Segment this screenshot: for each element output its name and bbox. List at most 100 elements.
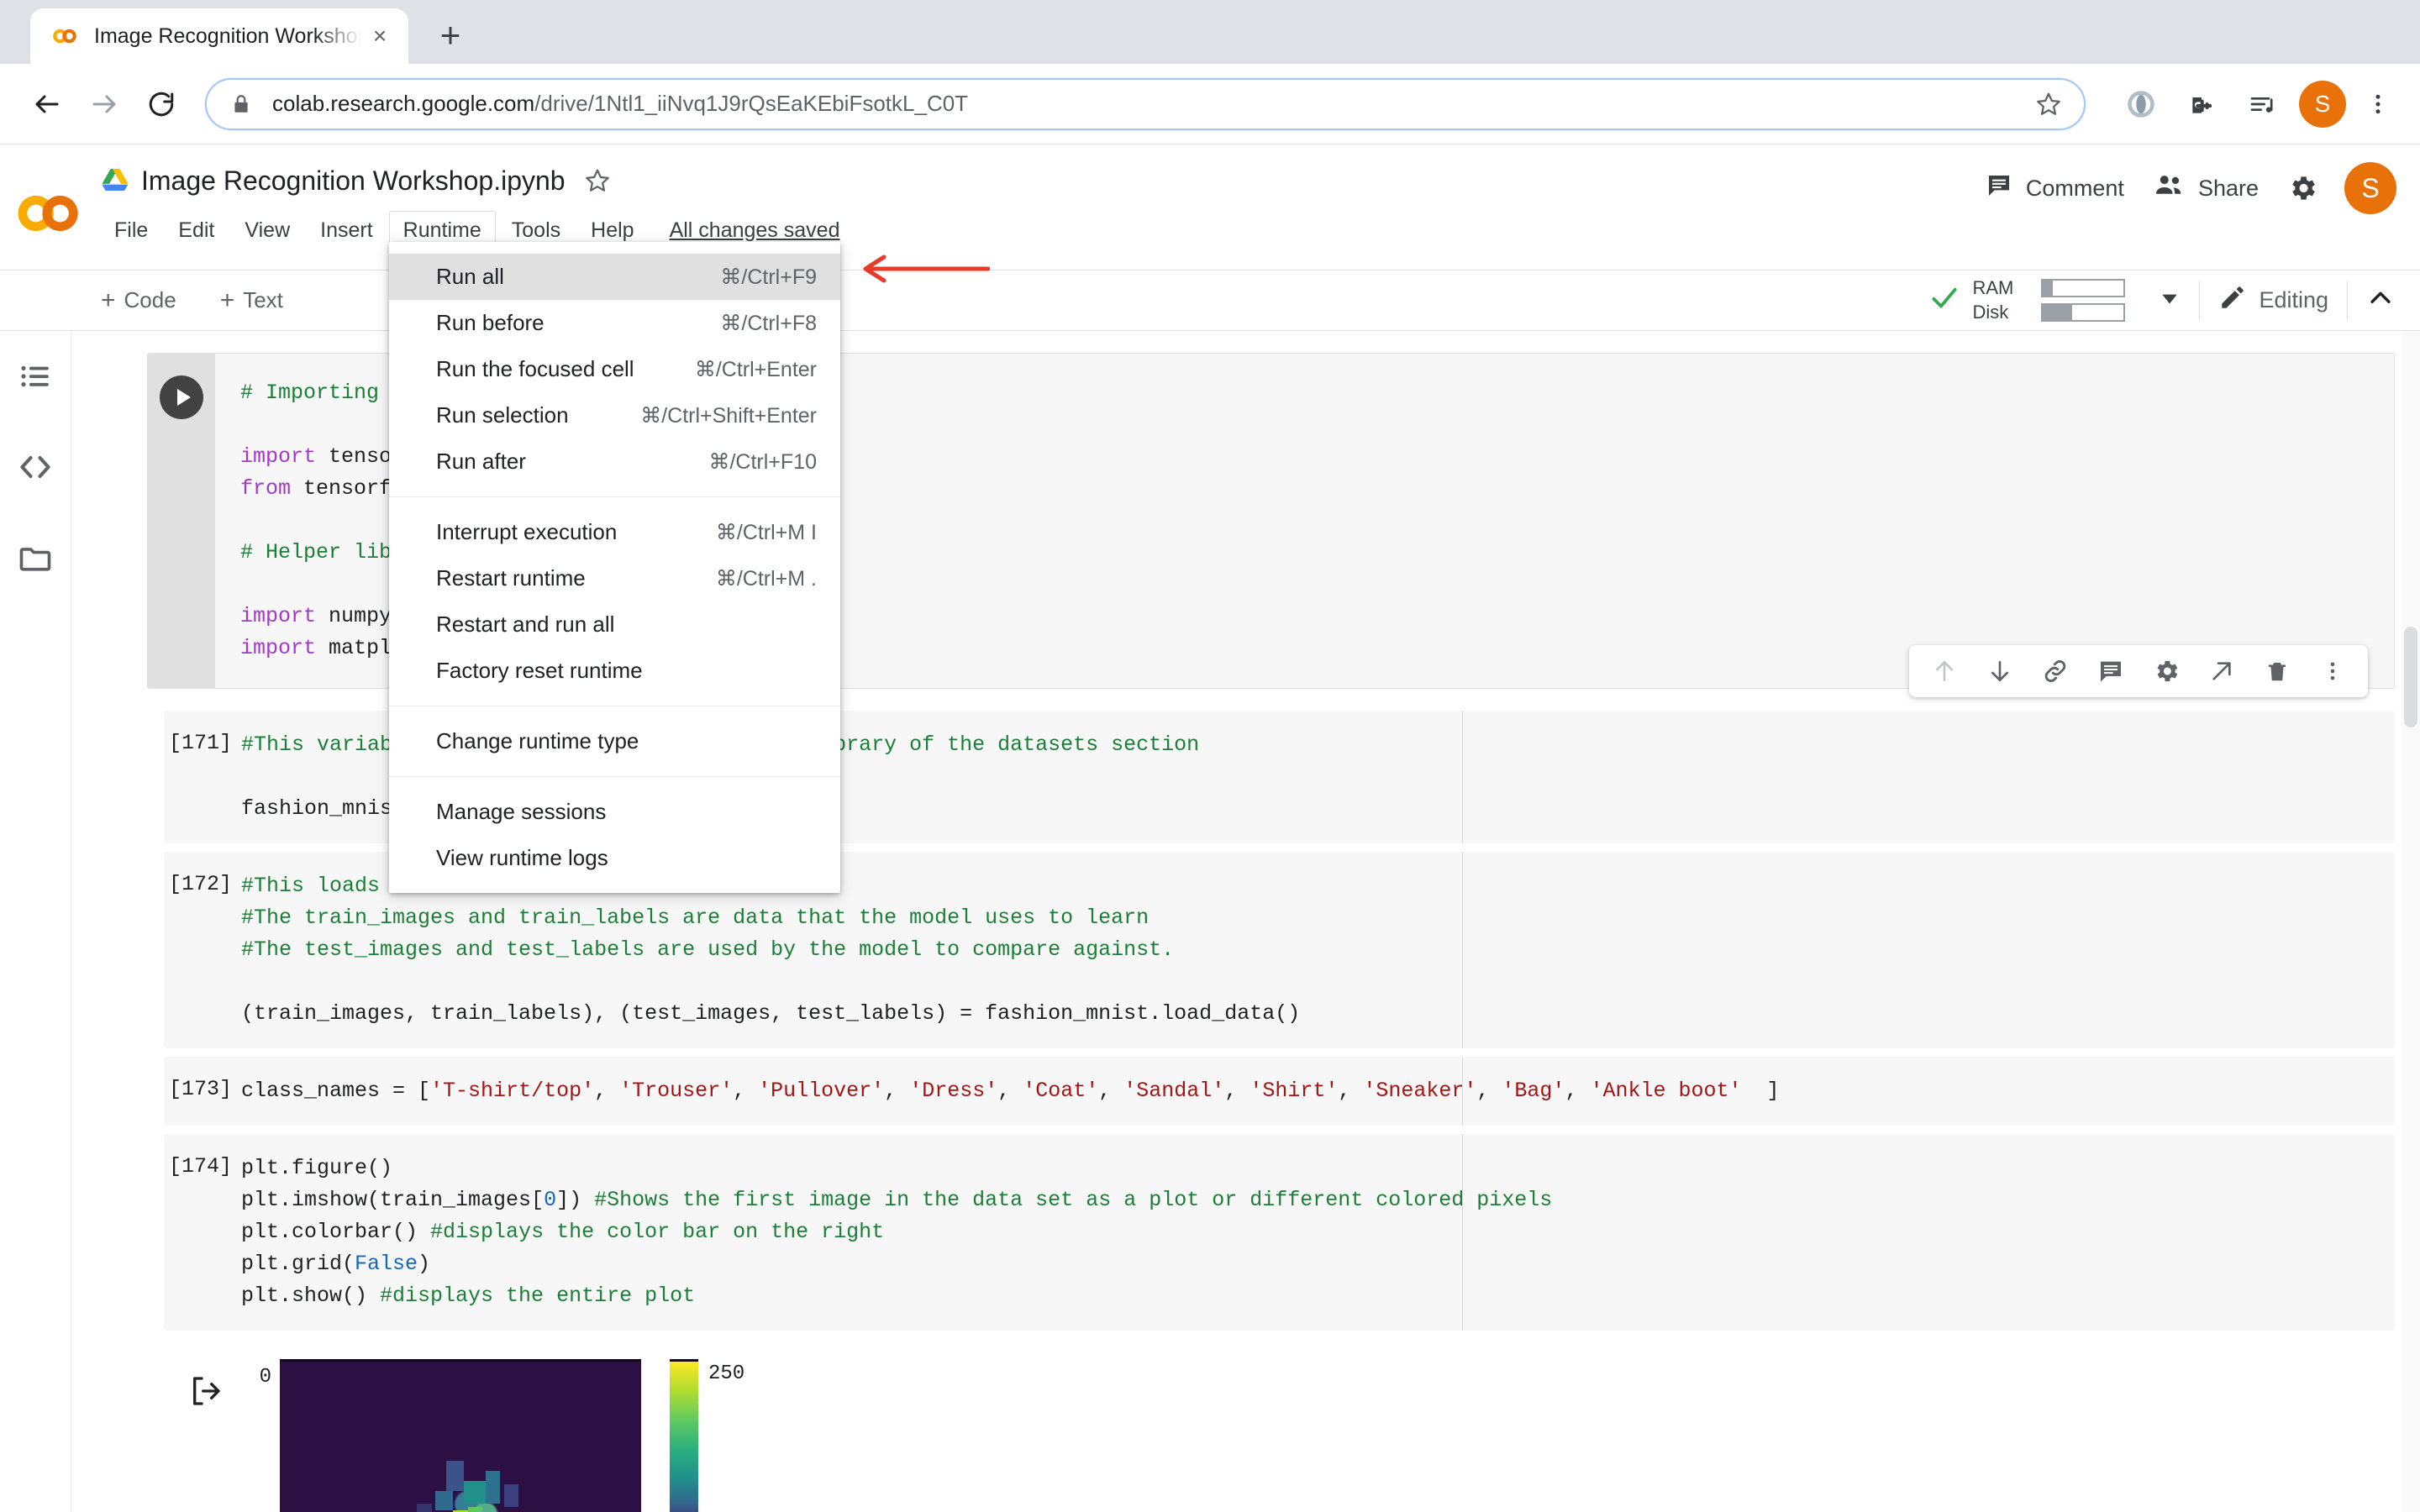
menu-item-label: View runtime logs (436, 845, 608, 870)
output-arrow-icon (164, 1359, 241, 1512)
runtime-menu-item-change-runtime-type[interactable]: Change runtime type (389, 718, 840, 764)
opera-icon[interactable] (2112, 76, 2170, 133)
plus-icon: + (219, 286, 235, 314)
menu-separator (389, 776, 840, 777)
share-button[interactable]: Share (2139, 164, 2274, 213)
code-cell-174-source[interactable]: plt.figure() plt.imshow(train_images[0])… (241, 1152, 2395, 1312)
menu-separator (389, 496, 840, 497)
colab-logo[interactable] (0, 144, 101, 270)
code-cell-173-source[interactable]: class_names = ['T-shirt/top', 'Trouser',… (241, 1075, 2395, 1107)
menu-item-label: Factory reset runtime (436, 658, 643, 683)
url-text: colab.research.google.com/drive/1Ntl1_ii… (272, 91, 2025, 117)
left-sidebar (0, 331, 71, 1512)
runtime-dropdown-menu[interactable]: Run all ⌘/Ctrl+F9 Run before ⌘/Ctrl+F8 Run t… (389, 242, 840, 893)
resource-usage-indicator[interactable]: RAM Disk (1928, 277, 2181, 323)
open-in-tab-icon[interactable] (2198, 648, 2245, 695)
comment-button[interactable]: Comment (1970, 164, 2139, 213)
folder-icon[interactable] (13, 536, 57, 580)
star-outline-icon[interactable] (584, 167, 611, 194)
gear-icon[interactable] (2274, 160, 2331, 217)
url-domain: colab.research.google.com (272, 91, 535, 116)
runtime-menu-item-restart-runtime[interactable]: Restart runtime ⌘/Ctrl+M . (389, 555, 840, 601)
people-icon (2154, 172, 2185, 205)
editing-mode-button[interactable]: Editing (2218, 283, 2328, 318)
add-code-cell-button[interactable]: + Code (92, 281, 185, 320)
matplotlib-figure: 0 250 (241, 1359, 744, 1512)
runtime-menu-item-factory-reset-runtime[interactable]: Factory reset runtime (389, 648, 840, 694)
cell-right-rule (1462, 711, 1463, 843)
kebab-menu-icon[interactable] (2354, 81, 2402, 128)
add-code-label: Code (124, 287, 176, 312)
disk-label: Disk (1972, 302, 2009, 323)
move-cell-up-icon[interactable] (1921, 648, 1968, 695)
runtime-menu-item-run-all[interactable]: Run all ⌘/Ctrl+F9 (389, 254, 840, 300)
colorbar: 250 (670, 1359, 744, 1512)
settings-icon[interactable] (2143, 648, 2190, 695)
extension-icons (2112, 76, 2291, 133)
link-icon[interactable] (2032, 648, 2079, 695)
caret-down-icon[interactable] (2159, 287, 2181, 313)
more-options-icon[interactable] (2309, 648, 2356, 695)
runtime-menu-item-manage-sessions[interactable]: Manage sessions (389, 789, 840, 835)
bookmark-star-icon[interactable] (2025, 81, 2072, 128)
code-cell-173[interactable]: [173] class_names = ['T-shirt/top', 'Tro… (164, 1057, 2395, 1126)
reload-button[interactable] (133, 76, 190, 133)
new-tab-button[interactable]: + (427, 12, 474, 59)
move-cell-down-icon[interactable] (1976, 648, 2023, 695)
code-cell-172-source[interactable]: #This loads four variables from the data… (241, 870, 2395, 1030)
account-avatar[interactable]: S (2344, 162, 2396, 214)
list-icon[interactable] (13, 354, 57, 398)
toolbar-divider (2347, 281, 2348, 320)
url-path: /drive/1Ntl1_iiNvq1J9rQsEaKEbiFsotkL_C0T (534, 91, 969, 116)
plus-icon: + (101, 286, 116, 314)
code-text: class_names = ['T-shirt/top', 'Trouser',… (241, 1079, 1780, 1103)
scrollbar-thumb[interactable] (2404, 627, 2417, 727)
delete-cell-icon[interactable] (2254, 648, 2301, 695)
runtime-menu-item-interrupt-execution[interactable]: Interrupt execution ⌘/Ctrl+M I (389, 509, 840, 555)
save-status-link[interactable]: All changes saved (670, 218, 840, 243)
menu-item-label: Restart and run all (436, 612, 615, 637)
runtime-menu-item-restart-and-run-all[interactable]: Restart and run all (389, 601, 840, 648)
reading-list-icon[interactable] (2233, 76, 2291, 133)
forward-button[interactable] (76, 76, 133, 133)
add-text-label: Text (243, 287, 283, 312)
menu-edit[interactable]: Edit (165, 212, 228, 249)
page-title[interactable]: Image Recognition Workshop.ipynb (141, 165, 566, 197)
back-button[interactable] (18, 76, 76, 133)
browser-chrome: Image Recognition Workshop.ipynb × + (0, 0, 2420, 144)
tab-strip: Image Recognition Workshop.ipynb × + (0, 0, 2420, 64)
code-brackets-icon[interactable] (13, 445, 57, 489)
menu-file[interactable]: File (101, 212, 161, 249)
menu-item-shortcut: ⌘/Ctrl+F8 (720, 311, 817, 335)
menu-item-shortcut: ⌘/Ctrl+Enter (694, 357, 817, 381)
red-arrow-pointing-to-run-all (863, 255, 990, 283)
pencil-icon (2218, 283, 2247, 318)
lock-icon (230, 93, 252, 115)
cell-output-174: 0 250 (164, 1339, 2395, 1512)
code-cell-174[interactable]: [174] plt.figure() plt.imshow(train_imag… (164, 1134, 2395, 1331)
browser-profile-avatar[interactable]: S (2299, 80, 2346, 128)
menu-item-label: Restart runtime (436, 565, 586, 591)
editing-label: Editing (2259, 287, 2328, 312)
toolbar-divider (2199, 281, 2201, 320)
menu-insert[interactable]: Insert (307, 212, 387, 249)
add-text-cell-button[interactable]: + Text (212, 281, 292, 320)
run-cell-button[interactable] (160, 375, 203, 419)
comment-icon[interactable] (2087, 648, 2134, 695)
runtime-menu-item-run-the-focused-cell[interactable]: Run the focused cell ⌘/Ctrl+Enter (389, 346, 840, 392)
vertical-scrollbar[interactable] (2402, 331, 2420, 1512)
browser-toolbar: colab.research.google.com/drive/1Ntl1_ii… (0, 64, 2420, 144)
chevron-up-icon[interactable] (2366, 284, 2395, 317)
address-bar[interactable]: colab.research.google.com/drive/1Ntl1_ii… (205, 77, 2086, 130)
menu-item-label: Run the focused cell (436, 356, 634, 381)
browser-tab[interactable]: Image Recognition Workshop.ipynb × (30, 8, 408, 64)
runtime-menu-item-view-runtime-logs[interactable]: View runtime logs (389, 835, 840, 881)
close-tab-icon[interactable]: × (361, 18, 398, 55)
menu-view[interactable]: View (231, 212, 303, 249)
puzzle-extensions-icon[interactable] (2173, 76, 2230, 133)
green-check-icon (1928, 282, 1960, 318)
runtime-menu-item-run-after[interactable]: Run after ⌘/Ctrl+F10 (389, 438, 840, 485)
cell-action-toolbar (1909, 645, 2368, 697)
runtime-menu-item-run-before[interactable]: Run before ⌘/Ctrl+F8 (389, 300, 840, 346)
runtime-menu-item-run-selection[interactable]: Run selection ⌘/Ctrl+Shift+Enter (389, 392, 840, 438)
